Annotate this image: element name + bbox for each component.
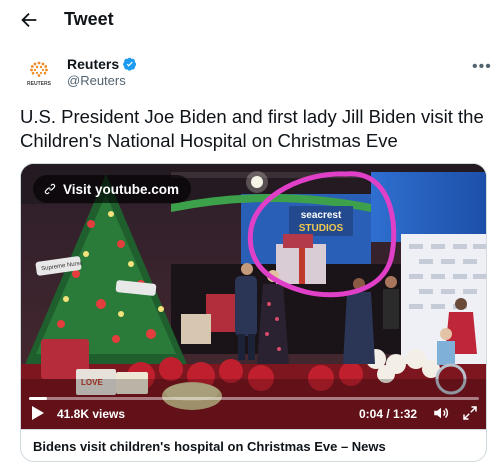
back-arrow-icon[interactable] bbox=[18, 9, 40, 31]
backdrop-text-2: STUDIOS bbox=[299, 223, 344, 234]
link-icon bbox=[44, 183, 56, 195]
svg-text:REUTERS: REUTERS bbox=[27, 81, 52, 87]
author-handle[interactable]: @Reuters bbox=[67, 73, 126, 88]
tweet-author: REUTERS Reuters @Reuters ••• bbox=[20, 54, 492, 94]
video-time: 0:04 / 1:32 bbox=[359, 407, 418, 421]
verified-icon bbox=[123, 57, 137, 71]
backdrop-text: seacrest bbox=[301, 210, 342, 221]
visit-site-label: Visit youtube.com bbox=[63, 181, 180, 197]
volume-icon[interactable] bbox=[432, 404, 450, 422]
avatar[interactable]: REUTERS bbox=[20, 54, 58, 92]
author-name[interactable]: Reuters bbox=[67, 56, 137, 72]
visit-site-button[interactable]: Visit youtube.com bbox=[33, 175, 192, 203]
progress-bar[interactable] bbox=[29, 397, 479, 400]
video-controls: 41.8K views 0:04 / 1:32 bbox=[21, 389, 486, 429]
progress-fill bbox=[29, 397, 47, 400]
video-player[interactable]: seacrest STUDIOS Supreme Nurse LOVE Visi… bbox=[21, 164, 486, 429]
reuters-logo: REUTERS bbox=[27, 61, 52, 87]
link-card[interactable]: seacrest STUDIOS Supreme Nurse LOVE Visi… bbox=[20, 163, 487, 462]
tweet-text: U.S. President Joe Biden and first lady … bbox=[20, 106, 484, 151]
card-title[interactable]: Bidens visit children's hospital on Chri… bbox=[21, 429, 486, 461]
more-icon[interactable]: ••• bbox=[472, 58, 492, 76]
author-name-label: Reuters bbox=[67, 56, 120, 72]
top-bar: Tweet bbox=[0, 0, 500, 42]
view-count: 41.8K views bbox=[57, 407, 126, 421]
fullscreen-icon[interactable] bbox=[461, 404, 479, 422]
page-title: Tweet bbox=[64, 9, 114, 29]
play-icon[interactable] bbox=[31, 405, 45, 421]
